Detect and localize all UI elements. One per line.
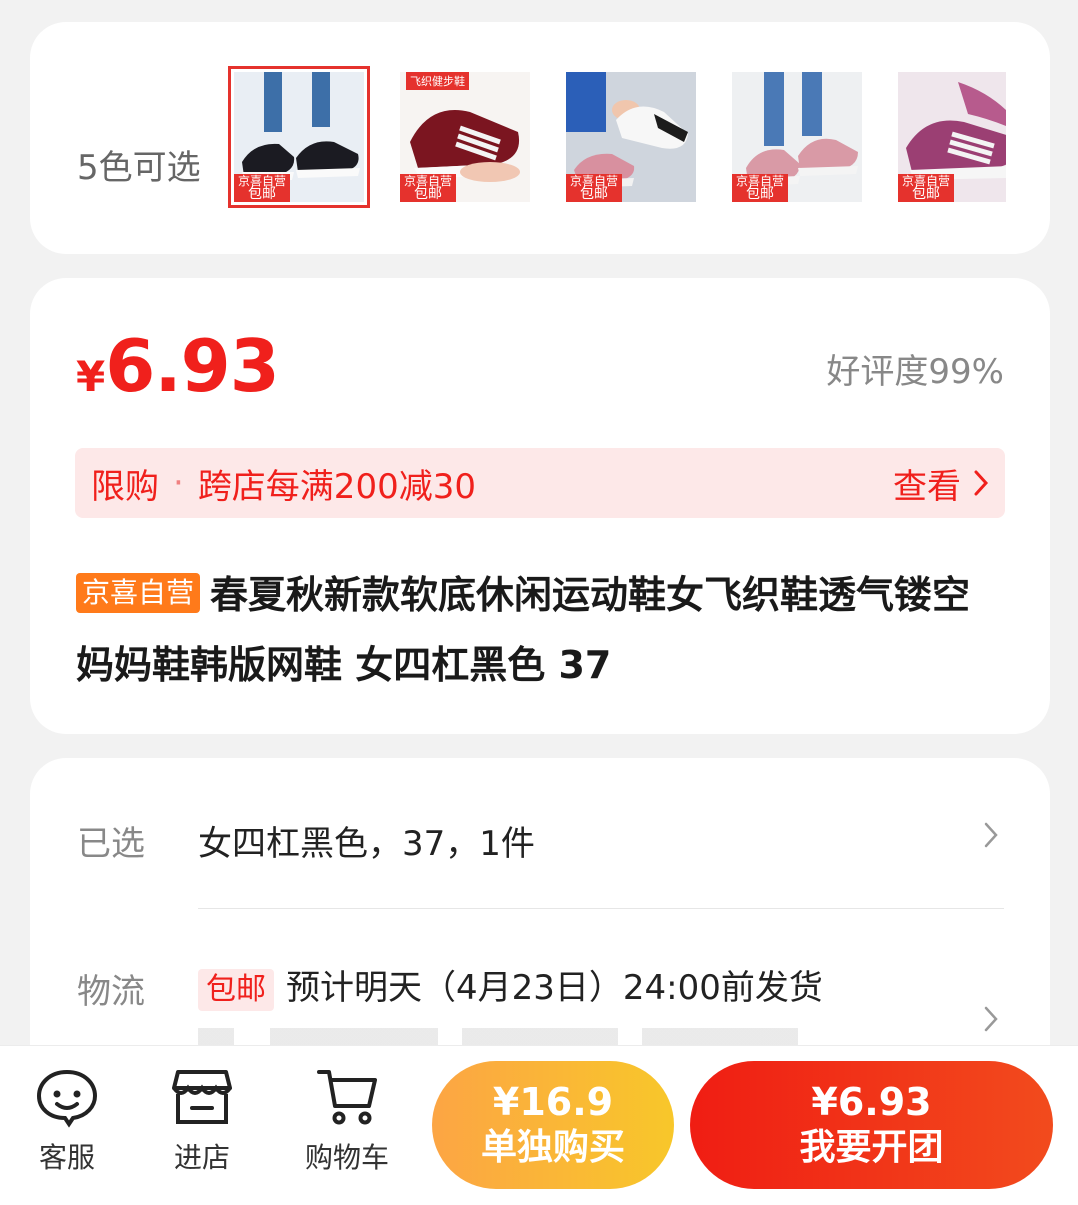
chevron-right-icon bbox=[974, 470, 989, 496]
chevron-right-icon bbox=[984, 1006, 998, 1032]
thumb-tag-bottom: 包邮 bbox=[414, 186, 442, 202]
selected-value: 女四杠黑色，37，1件 bbox=[198, 824, 535, 864]
group-price: ¥6.93 bbox=[811, 1080, 932, 1124]
customer-service-button[interactable]: 客服 bbox=[17, 1066, 117, 1176]
chat-face-icon bbox=[36, 1069, 98, 1128]
thumb-tag-bottom: 包邮 bbox=[248, 186, 276, 202]
shipping-label: 物流 bbox=[77, 972, 145, 1012]
price-card: ¥6.93 好评度99% 限购 · 跨店每满200减30 查看 京喜自营 春夏秋新… bbox=[30, 278, 1050, 734]
buy-alone-button[interactable]: ¥16.9 单独购买 bbox=[432, 1061, 674, 1189]
cart-button[interactable]: 购物车 bbox=[297, 1066, 397, 1176]
color-thumb-black[interactable]: 京喜自营 包邮 bbox=[228, 66, 370, 208]
free-shipping-tag: 包邮 bbox=[198, 969, 274, 1011]
product-title: 京喜自营 春夏秋新款软底休闲运动鞋女飞织鞋透气镂空妈妈鞋韩版网鞋 女四杠黑色 37 bbox=[76, 560, 1006, 700]
customer-service-label: 客服 bbox=[38, 1141, 95, 1174]
color-options-card: 5色可选 京喜自营 包邮 飞织健步鞋 京喜自营 包邮 京喜自营 包邮 京喜自营 … bbox=[30, 22, 1050, 254]
color-thumb-burgundy[interactable]: 飞织健步鞋 京喜自营 包邮 bbox=[400, 72, 530, 202]
thumb-ribbon: 飞织健步鞋 bbox=[406, 72, 469, 90]
store-icon bbox=[172, 1070, 232, 1124]
self-operated-badge: 京喜自营 bbox=[76, 573, 201, 613]
single-price: ¥16.9 bbox=[492, 1080, 614, 1124]
store-button[interactable]: 进店 bbox=[152, 1066, 252, 1176]
shipping-estimate: 预计明天（4月23日）24:00前发货 bbox=[286, 968, 823, 1008]
thumb-tag-bottom: 包邮 bbox=[912, 186, 940, 202]
currency-symbol: ¥ bbox=[76, 352, 106, 401]
promo-bar[interactable]: 限购 · 跨店每满200减30 查看 bbox=[75, 448, 1005, 518]
cart-icon bbox=[317, 1070, 377, 1125]
thumb-tag-bottom: 包邮 bbox=[580, 186, 608, 202]
cart-label: 购物车 bbox=[304, 1141, 389, 1174]
view-promo-link[interactable]: 查看 bbox=[893, 459, 989, 508]
store-label: 进店 bbox=[173, 1141, 230, 1174]
start-group-button[interactable]: ¥6.93 我要开团 bbox=[690, 1061, 1053, 1189]
color-thumbnails: 京喜自营 包邮 飞织健步鞋 京喜自营 包邮 京喜自营 包邮 京喜自营 包邮 京喜… bbox=[228, 66, 1042, 208]
view-label: 查看 bbox=[893, 466, 961, 507]
thumb-tag-bottom: 包邮 bbox=[746, 186, 774, 202]
rating-text: 好评度99% bbox=[826, 352, 1004, 392]
selected-label: 已选 bbox=[77, 824, 145, 864]
price-value: 6.93 bbox=[105, 324, 280, 408]
separator-dot: · bbox=[173, 463, 184, 503]
divider bbox=[198, 908, 1004, 909]
color-thumb-purple[interactable]: 京喜自营 包邮 bbox=[898, 72, 1006, 202]
chevron-right-icon bbox=[984, 822, 998, 848]
price: ¥6.93 bbox=[76, 324, 280, 408]
bottom-action-bar: 客服 进店 购物车 ¥16.9 单独购买 ¥6.93 我要开团 bbox=[0, 1045, 1078, 1205]
group-label: 我要开团 bbox=[799, 1127, 944, 1168]
color-count-label: 5色可选 bbox=[77, 148, 201, 188]
discount-text: 跨店每满200减30 bbox=[197, 466, 476, 507]
color-thumb-pink-white[interactable]: 京喜自营 包邮 bbox=[566, 72, 696, 202]
color-thumb-pink[interactable]: 京喜自营 包邮 bbox=[732, 72, 862, 202]
single-label: 单独购买 bbox=[480, 1127, 625, 1168]
shipping-info: 包邮 预计明天（4月23日）24:00前发货 bbox=[198, 960, 823, 1011]
product-title-text: 春夏秋新款软底休闲运动鞋女飞织鞋透气镂空妈妈鞋韩版网鞋 女四杠黑色 37 bbox=[76, 573, 971, 687]
limit-label: 限购 bbox=[91, 466, 159, 507]
